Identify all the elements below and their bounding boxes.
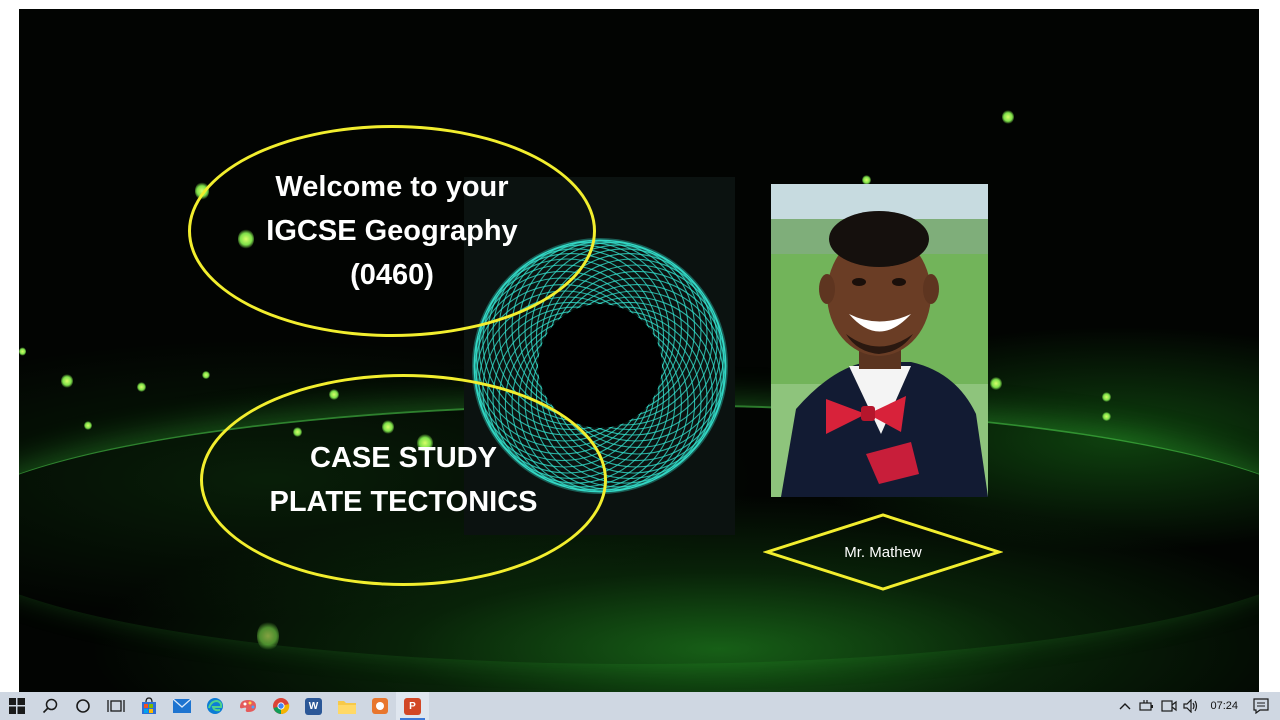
case-line: PLATE TECTONICS <box>269 486 538 518</box>
glow-particle <box>202 371 210 379</box>
presentation-slide: Welcome to your IGCSE Geography (0460) C… <box>19 9 1259 692</box>
windows-taskbar: W P 07:24 <box>0 692 1280 720</box>
glow-particle <box>19 347 26 356</box>
system-tray: 07:24 <box>1114 692 1280 720</box>
taskbar-app-orange[interactable] <box>363 692 396 720</box>
store-bag-icon <box>141 697 156 714</box>
taskbar-app-word[interactable]: W <box>297 692 330 720</box>
windows-logo-icon <box>8 698 25 714</box>
task-view-icon <box>106 700 125 712</box>
taskbar-app-edge[interactable] <box>198 692 231 720</box>
taskbar-app-store[interactable] <box>132 692 165 720</box>
battery-plug-icon <box>1139 700 1154 711</box>
welcome-title: Welcome to your IGCSE Geography (0460) <box>266 165 517 297</box>
glow-particle <box>990 377 1002 390</box>
presenter-photo <box>771 184 988 497</box>
task-view-button[interactable] <box>99 692 132 720</box>
notification-icon <box>1253 698 1269 714</box>
chrome-icon <box>272 698 289 715</box>
speaker-icon <box>1183 699 1198 713</box>
glow-particle <box>137 382 146 392</box>
case-line: CASE STUDY <box>310 442 497 474</box>
glow-particle <box>84 421 92 430</box>
show-hidden-icons-button[interactable] <box>1114 692 1136 720</box>
mail-icon <box>172 699 191 713</box>
search-icon <box>42 698 57 714</box>
welcome-line: IGCSE Geography <box>266 215 518 247</box>
power-status-button[interactable] <box>1136 692 1158 720</box>
taskbar-app-chrome[interactable] <box>264 692 297 720</box>
edge-browser-icon <box>206 698 223 714</box>
webcam-icon <box>1161 700 1178 712</box>
welcome-line: (0460) <box>350 259 434 291</box>
glow-particle <box>1002 110 1014 124</box>
taskbar-clock[interactable]: 07:24 <box>1202 700 1250 712</box>
powerpoint-icon: P <box>404 697 421 715</box>
glow-particle <box>1102 412 1111 421</box>
meet-now-button[interactable] <box>1158 692 1180 720</box>
taskbar-app-paint3d[interactable] <box>231 692 264 720</box>
glow-particle <box>1102 392 1111 402</box>
start-button[interactable] <box>0 692 33 720</box>
presenter-name-badge: Mr. Mathew <box>762 512 1004 592</box>
taskbar-app-mail[interactable] <box>165 692 198 720</box>
orange-app-icon <box>371 698 388 714</box>
cortana-circle-icon <box>75 699 90 713</box>
presenter-name: Mr. Mathew <box>844 543 922 561</box>
volume-button[interactable] <box>1180 692 1202 720</box>
glow-particle <box>61 374 73 388</box>
paint-3d-icon <box>239 700 256 712</box>
folder-icon <box>337 700 356 714</box>
welcome-line: Welcome to your <box>275 171 509 203</box>
taskbar-app-file-explorer[interactable] <box>330 692 363 720</box>
action-center-button[interactable] <box>1250 692 1272 720</box>
case-study-title: CASE STUDY PLATE TECTONICS <box>270 436 538 524</box>
glow-particle <box>257 621 279 651</box>
taskbar-app-powerpoint[interactable]: P <box>396 692 429 720</box>
word-icon: W <box>305 697 322 715</box>
chevron-up-icon <box>1119 703 1131 710</box>
case-study-ellipse: CASE STUDY PLATE TECTONICS <box>200 374 607 586</box>
welcome-ellipse: Welcome to your IGCSE Geography (0460) <box>188 125 596 337</box>
search-button[interactable] <box>33 692 66 720</box>
cortana-button[interactable] <box>66 692 99 720</box>
